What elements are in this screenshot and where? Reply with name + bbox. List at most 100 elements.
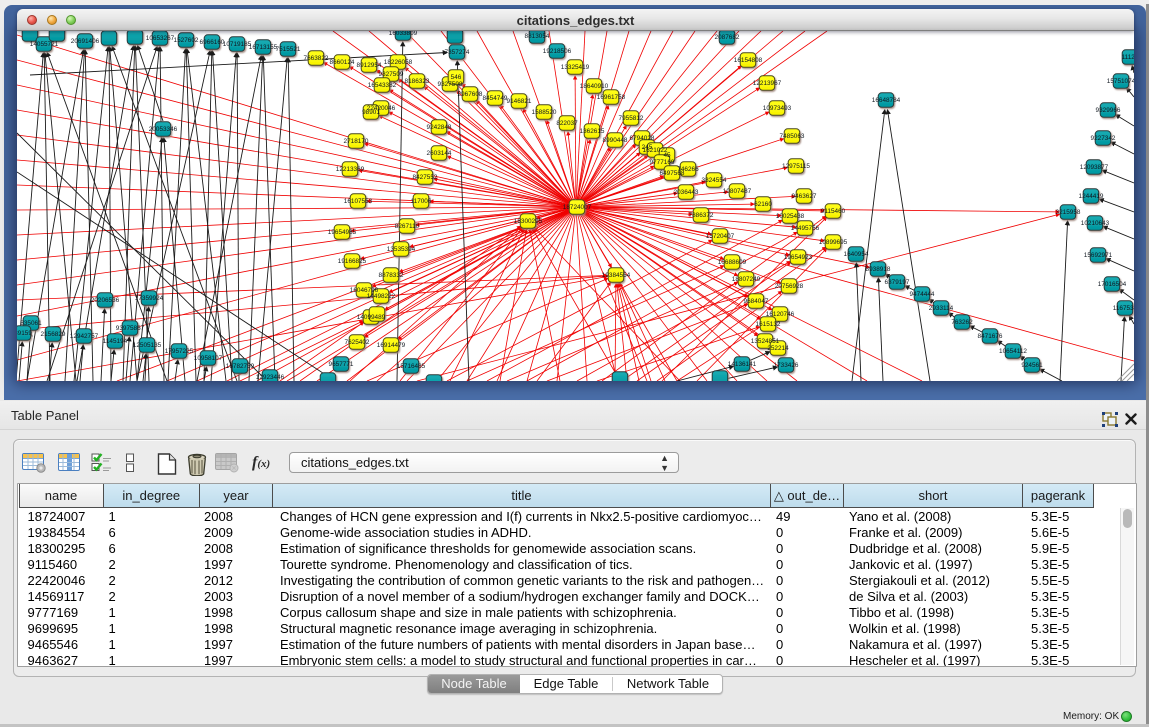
svg-text:3824554: 3824554 bbox=[702, 177, 727, 184]
svg-text:19654923: 19654923 bbox=[784, 254, 813, 261]
svg-text:19166825: 19166825 bbox=[338, 258, 367, 265]
svg-text:14495756: 14495756 bbox=[791, 225, 820, 232]
svg-text:9474444: 9474444 bbox=[910, 291, 935, 298]
svg-text:14055721: 14055721 bbox=[30, 41, 59, 48]
svg-text:15716485: 15716485 bbox=[397, 363, 426, 370]
svg-text:835061: 835061 bbox=[20, 320, 42, 327]
svg-text:1145194: 1145194 bbox=[103, 338, 128, 345]
svg-text:13535394: 13535394 bbox=[387, 246, 416, 253]
svg-text:1167534: 1167534 bbox=[1113, 305, 1134, 312]
svg-text:7625402: 7625402 bbox=[345, 339, 370, 346]
svg-text:9777169: 9777169 bbox=[650, 159, 675, 166]
svg-text:7357274: 7357274 bbox=[445, 49, 470, 56]
svg-text:8813054: 8813054 bbox=[525, 33, 550, 40]
svg-text:7515521: 7515521 bbox=[276, 46, 301, 53]
svg-text:39159: 39159 bbox=[17, 330, 32, 337]
svg-text:16154808: 16154808 bbox=[734, 57, 763, 64]
svg-text:15720407: 15720407 bbox=[706, 233, 735, 240]
svg-text:10025438: 10025438 bbox=[776, 213, 805, 220]
svg-text:2933114: 2933114 bbox=[929, 305, 954, 312]
svg-text:20691406: 20691406 bbox=[71, 38, 100, 45]
svg-text:18724007: 18724007 bbox=[563, 204, 592, 211]
svg-text:12213967: 12213967 bbox=[753, 80, 782, 87]
svg-text:14099489: 14099489 bbox=[357, 314, 386, 321]
svg-text:17359924: 17359924 bbox=[135, 295, 164, 302]
svg-text:10653267: 10653267 bbox=[146, 35, 175, 42]
svg-text:16648784: 16648784 bbox=[872, 97, 901, 104]
svg-text:8878332: 8878332 bbox=[379, 272, 404, 279]
svg-text:822037: 822037 bbox=[556, 120, 578, 127]
svg-text:9146821: 9146821 bbox=[507, 98, 532, 105]
svg-text:16961758: 16961758 bbox=[597, 94, 626, 101]
svg-text:14498222: 14498222 bbox=[367, 293, 396, 300]
svg-text:16543382: 16543382 bbox=[368, 82, 397, 89]
svg-text:8938918: 8938918 bbox=[866, 266, 891, 273]
svg-text:9657771: 9657771 bbox=[329, 361, 354, 368]
svg-text:12923446: 12923446 bbox=[256, 374, 285, 381]
svg-text:10973493: 10973493 bbox=[763, 105, 792, 112]
svg-text:15751074: 15751074 bbox=[1107, 78, 1134, 85]
svg-text:117006: 117006 bbox=[411, 198, 432, 205]
svg-text:16120746: 16120746 bbox=[766, 311, 795, 318]
svg-text:6794028: 6794028 bbox=[630, 135, 655, 142]
svg-text:20053346: 20053346 bbox=[149, 126, 178, 133]
svg-text:7663822: 7663822 bbox=[304, 55, 329, 62]
svg-text:1733426: 1733426 bbox=[774, 362, 799, 369]
svg-text:2156829: 2156829 bbox=[41, 331, 66, 338]
svg-text:10899695: 10899695 bbox=[819, 239, 848, 246]
svg-text:12975115: 12975115 bbox=[782, 163, 810, 170]
svg-text:7485063: 7485063 bbox=[780, 133, 805, 140]
svg-text:2718170: 2718170 bbox=[344, 138, 369, 145]
svg-text:9115460: 9115460 bbox=[821, 208, 846, 215]
svg-text:62160: 62160 bbox=[754, 201, 772, 208]
svg-text:14136141: 14136141 bbox=[728, 361, 757, 368]
svg-text:2087682: 2087682 bbox=[715, 34, 740, 41]
svg-text:16914479: 16914479 bbox=[377, 342, 406, 349]
svg-text:10958107: 10958107 bbox=[194, 355, 223, 362]
svg-text:6966160: 6966160 bbox=[200, 39, 225, 46]
svg-text:98901: 98901 bbox=[362, 109, 380, 116]
svg-text:12942757: 12942757 bbox=[70, 333, 99, 340]
svg-text:1362615: 1362615 bbox=[580, 128, 605, 135]
svg-text:12093877: 12093877 bbox=[1080, 164, 1109, 171]
svg-text:18226058: 18226058 bbox=[384, 59, 413, 66]
svg-text:9329966: 9329966 bbox=[1096, 107, 1121, 114]
svg-text:10654112: 10654112 bbox=[999, 348, 1027, 355]
svg-text:8912954: 8912954 bbox=[357, 62, 382, 69]
svg-text:1244419: 1244419 bbox=[1079, 193, 1104, 200]
svg-text:10719185: 10719185 bbox=[223, 41, 252, 48]
svg-text:19218506: 19218506 bbox=[543, 48, 572, 55]
svg-text:9327508: 9327508 bbox=[438, 81, 463, 88]
svg-text:18807249: 18807249 bbox=[732, 276, 761, 283]
svg-text:9227342: 9227342 bbox=[1091, 135, 1116, 142]
svg-text:746266: 746266 bbox=[677, 166, 699, 173]
svg-text:9684047: 9684047 bbox=[744, 298, 769, 305]
svg-text:13325419: 13325419 bbox=[561, 64, 590, 71]
svg-text:8471676: 8471676 bbox=[978, 333, 1003, 340]
svg-text:19384554: 19384554 bbox=[602, 272, 631, 279]
svg-text:2036443: 2036443 bbox=[674, 189, 699, 196]
svg-text:19654985: 19654985 bbox=[328, 229, 357, 236]
svg-text:10807487: 10807487 bbox=[723, 188, 752, 195]
svg-text:15692971: 15692971 bbox=[1084, 252, 1113, 259]
svg-text:8660124: 8660124 bbox=[330, 59, 355, 66]
svg-text:2967608: 2967608 bbox=[458, 91, 483, 98]
svg-text:1588520: 1588520 bbox=[532, 109, 557, 116]
svg-text:6379197: 6379197 bbox=[885, 279, 910, 286]
svg-text:12213369: 12213369 bbox=[336, 166, 365, 173]
svg-text:20756928: 20756928 bbox=[775, 283, 804, 290]
svg-text:9463627: 9463627 bbox=[792, 193, 817, 200]
svg-text:10210643: 10210643 bbox=[1081, 220, 1110, 227]
svg-text:1615132: 1615132 bbox=[756, 321, 781, 328]
svg-text:16713155: 16713155 bbox=[249, 44, 278, 51]
svg-text:924561: 924561 bbox=[1021, 362, 1043, 369]
svg-text:3215958: 3215958 bbox=[1056, 209, 1081, 216]
svg-text:18300295: 18300295 bbox=[514, 218, 543, 225]
svg-text:8454749: 8454749 bbox=[483, 95, 508, 102]
svg-text:8186323: 8186323 bbox=[405, 78, 430, 85]
svg-text:12505135: 12505135 bbox=[133, 342, 162, 349]
svg-text:7886372: 7886372 bbox=[689, 212, 714, 219]
svg-text:13524851: 13524851 bbox=[751, 338, 780, 345]
svg-text:16782759: 16782759 bbox=[226, 363, 255, 370]
svg-text:8267110: 8267110 bbox=[395, 223, 420, 230]
